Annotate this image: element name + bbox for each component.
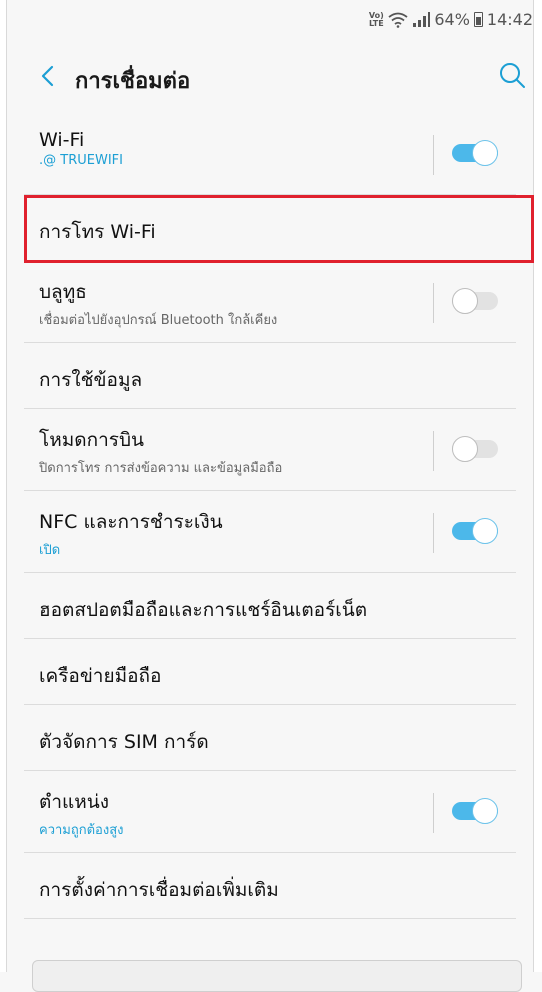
setting-subtitle: ความถูกต้องสูง bbox=[39, 823, 124, 838]
setting-title: Wi-Fi bbox=[39, 129, 85, 151]
vertical-divider bbox=[433, 431, 434, 471]
settings-row[interactable]: ตำแหน่งความถูกต้องสูง bbox=[24, 771, 516, 853]
settings-row[interactable]: การใช้ข้อมูล bbox=[24, 343, 516, 409]
setting-title: ตำแหน่ง bbox=[39, 791, 110, 813]
settings-row[interactable]: โหมดการบินปิดการโทร การส่งข้อความ และข้อ… bbox=[24, 409, 516, 491]
signal-icon bbox=[413, 11, 431, 27]
status-time: 14:42 bbox=[486, 10, 533, 29]
battery-percent: 64% bbox=[434, 10, 470, 29]
setting-title: เครือข่ายมือถือ bbox=[39, 665, 162, 687]
toggle-switch[interactable] bbox=[452, 518, 498, 544]
wifi-icon bbox=[388, 12, 408, 28]
settings-row[interactable]: ตัวจัดการ SIM การ์ด bbox=[24, 705, 516, 771]
chevron-left-icon[interactable] bbox=[34, 62, 62, 90]
setting-title: การใช้ข้อมูล bbox=[39, 369, 143, 391]
vertical-divider bbox=[433, 135, 434, 175]
toggle-switch[interactable] bbox=[452, 436, 498, 462]
settings-row[interactable]: การตั้งค่าการเชื่อมต่อเพิ่มเติม bbox=[24, 853, 516, 919]
setting-subtitle: .@ TRUEWIFI bbox=[39, 153, 123, 168]
page-title: การเชื่อมต่อ bbox=[75, 69, 191, 94]
volte-icon: Vo) LTE bbox=[368, 10, 384, 28]
right-frame bbox=[533, 0, 542, 972]
highlight-box bbox=[24, 195, 534, 263]
settings-row[interactable]: ฮอตสปอตมือถือและการแชร์อินเตอร์เน็ต bbox=[24, 573, 516, 639]
toggle-knob bbox=[472, 518, 498, 544]
bottom-card bbox=[32, 960, 522, 992]
vertical-divider bbox=[433, 283, 434, 323]
left-frame bbox=[0, 0, 7, 972]
status-icons: Vo) LTE 64% 14:42 bbox=[368, 10, 533, 29]
setting-subtitle: ปิดการโทร การส่งข้อความ และข้อมูลมือถือ bbox=[39, 461, 283, 476]
setting-title: ฮอตสปอตมือถือและการแชร์อินเตอร์เน็ต bbox=[39, 599, 368, 621]
settings-row[interactable]: บลูทูธเชื่อมต่อไปยังอุปกรณ์ Bluetooth ใก… bbox=[24, 261, 516, 343]
app-bar: การเชื่อมต่อ bbox=[7, 38, 533, 113]
setting-subtitle: เปิด bbox=[39, 543, 61, 558]
toggle-knob bbox=[452, 436, 478, 462]
toggle-knob bbox=[472, 798, 498, 824]
setting-title: บลูทูธ bbox=[39, 281, 87, 303]
vertical-divider bbox=[433, 513, 434, 553]
settings-screen: Vo) LTE 64% 14:42 การเชื่อมต่อ Wi-Fi .@ … bbox=[7, 0, 534, 992]
settings-row[interactable]: เครือข่ายมือถือ bbox=[24, 639, 516, 705]
setting-title: โหมดการบิน bbox=[39, 429, 145, 451]
setting-subtitle: เชื่อมต่อไปยังอุปกรณ์ Bluetooth ใกล้เคีย… bbox=[39, 313, 278, 328]
setting-title: การตั้งค่าการเชื่อมต่อเพิ่มเติม bbox=[39, 879, 279, 901]
toggle-knob bbox=[472, 140, 498, 166]
toggle-knob bbox=[452, 288, 478, 314]
toggle-switch[interactable] bbox=[452, 140, 498, 166]
setting-title: ตัวจัดการ SIM การ์ด bbox=[39, 731, 209, 753]
search-icon[interactable] bbox=[497, 60, 527, 90]
status-bar: Vo) LTE 64% 14:42 bbox=[7, 0, 533, 38]
toggle-switch[interactable] bbox=[452, 798, 498, 824]
battery-icon bbox=[473, 12, 483, 27]
settings-row[interactable]: Wi-Fi .@ TRUEWIFI bbox=[24, 113, 516, 195]
setting-title: NFC และการชำระเงิน bbox=[39, 511, 223, 533]
vertical-divider bbox=[433, 793, 434, 833]
settings-row[interactable]: NFC และการชำระเงินเปิด bbox=[24, 491, 516, 573]
toggle-switch[interactable] bbox=[452, 288, 498, 314]
